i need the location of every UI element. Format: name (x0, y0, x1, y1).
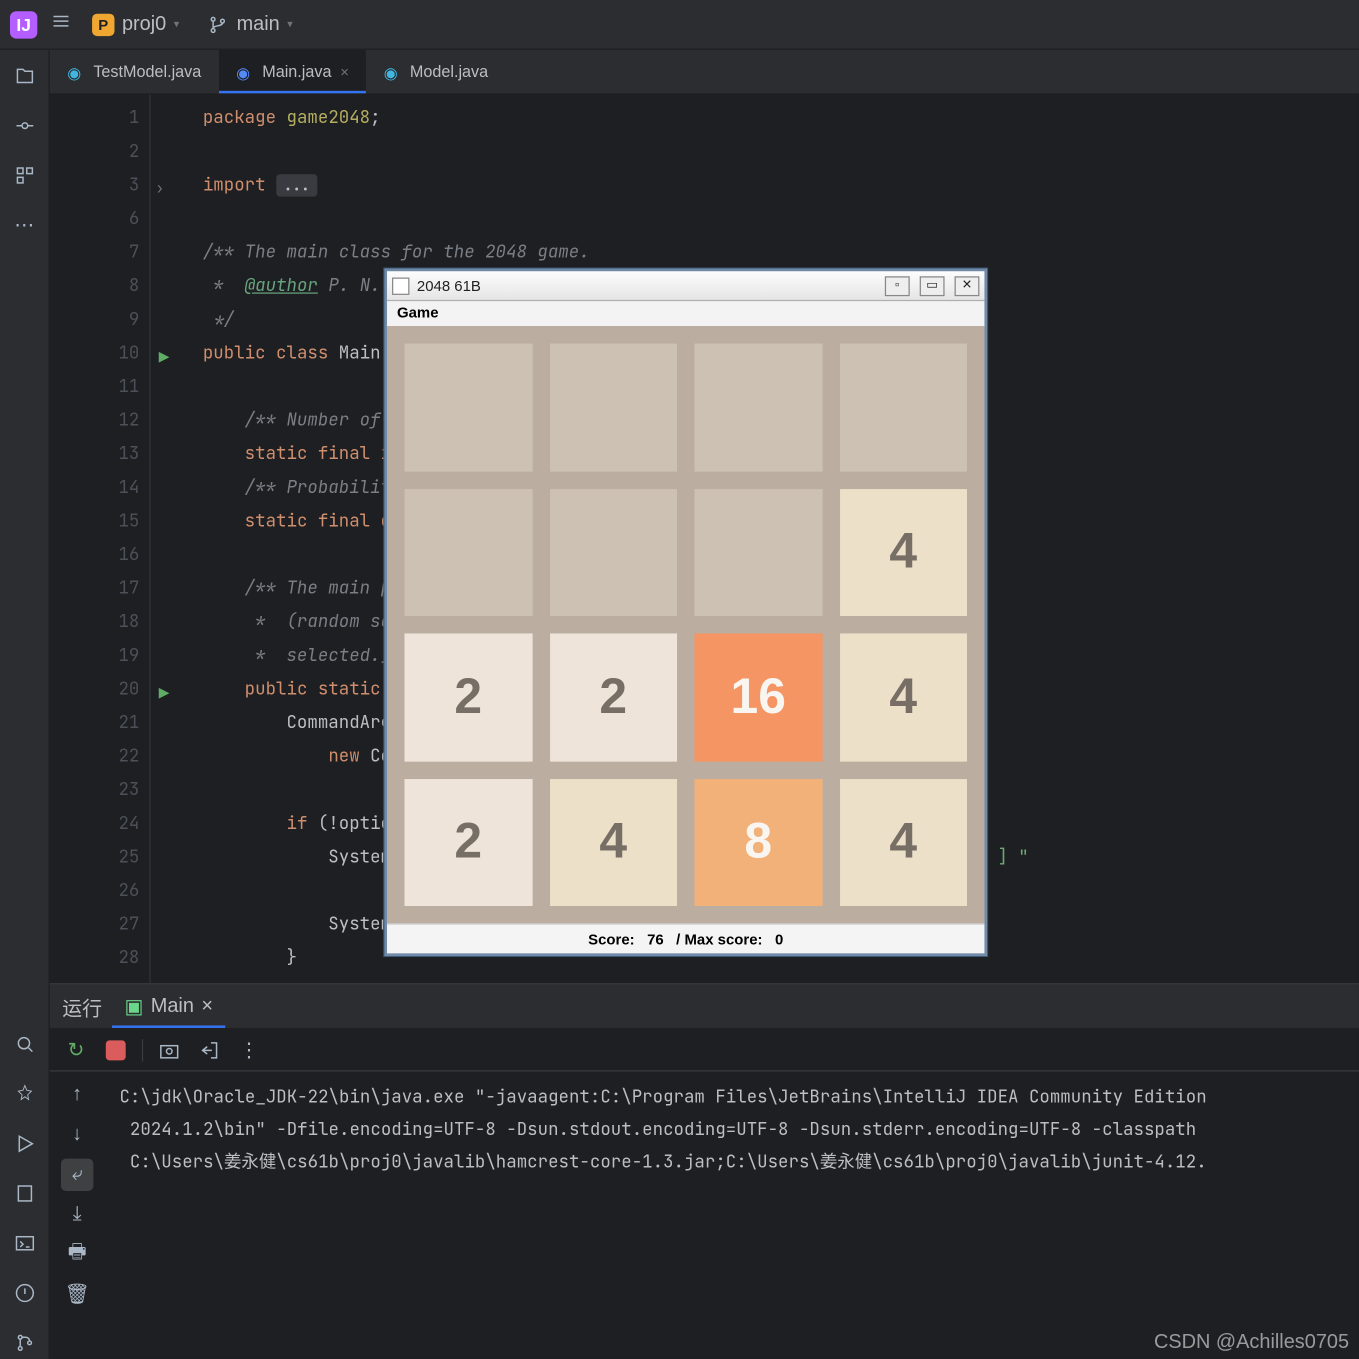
run-gutter-icon[interactable]: ▶ (159, 342, 169, 376)
java-class-icon: ◉ (384, 63, 401, 80)
tile-empty (839, 343, 967, 471)
branch-icon (207, 13, 229, 35)
window-titlebar[interactable]: 2048 61B ▫ ▭ ✕ (387, 271, 984, 301)
menu-bar[interactable]: Game (387, 301, 984, 326)
tile-empty (549, 488, 677, 616)
up-icon[interactable]: ↑ (61, 1079, 93, 1111)
game-window[interactable]: 2048 61B ▫ ▭ ✕ Game 4221642484 Score: 76… (385, 269, 987, 956)
run-config-tab[interactable]: ▣ Main × (112, 984, 225, 1028)
maximize-button[interactable]: ▭ (920, 276, 945, 296)
tile-4: 4 (549, 778, 677, 906)
bookmark-tool-icon[interactable] (8, 1177, 40, 1209)
menu-game[interactable]: Game (397, 304, 439, 321)
commit-tool-icon[interactable] (8, 110, 40, 142)
scroll-end-icon[interactable]: ⤓ (61, 1198, 93, 1230)
run-header: 运行 ▣ Main × (50, 984, 1359, 1029)
fold-icon[interactable]: › (155, 172, 164, 206)
window-title: 2048 61B (417, 277, 481, 294)
tile-4: 4 (839, 778, 967, 906)
tile-empty (404, 343, 532, 471)
main-menu-icon[interactable] (50, 10, 72, 39)
soft-wrap-icon[interactable]: ⤶ (61, 1159, 93, 1191)
project-name: proj0 (122, 13, 166, 35)
editor-tab-model[interactable]: ◉ Model.java (366, 50, 505, 94)
project-badge: P (92, 13, 114, 35)
title-bar: IJ P proj0 ▾ main ▾ (0, 0, 1359, 50)
tile-4: 4 (839, 488, 967, 616)
vcs-tool-icon[interactable] (8, 1327, 40, 1359)
close-button[interactable]: ✕ (955, 276, 980, 296)
editor-tabs: ◉ TestModel.java ◉ Main.java × ◉ Model.j… (50, 50, 1359, 95)
structure-tool-icon[interactable] (8, 159, 40, 191)
project-dropdown[interactable]: P proj0 ▾ (85, 11, 187, 38)
print-icon[interactable]: 🖶 (61, 1238, 93, 1270)
line-gutter: 12 3› 6789 10▶ 11121314 1516 171819 20▶ … (50, 95, 150, 984)
problems-tool-icon[interactable] (8, 1277, 40, 1309)
run-tool-window: 运行 ▣ Main × ↻ ⋮ ↑ ↓ ⤶ ⤓ 🖶 🗑 C:\jdk\Oracl… (50, 983, 1359, 1359)
git-branch-dropdown[interactable]: main ▾ (199, 11, 300, 38)
stop-button[interactable] (102, 1036, 129, 1063)
project-tool-icon[interactable] (8, 60, 40, 92)
score-value: 76 (647, 930, 664, 947)
tile-empty (694, 343, 822, 471)
java-app-icon (392, 277, 409, 294)
trash-icon[interactable]: 🗑 (61, 1278, 93, 1310)
minimize-button[interactable]: ▫ (885, 276, 910, 296)
tab-label: TestModel.java (93, 62, 201, 81)
run-toolbar: ↻ ⋮ (50, 1029, 1359, 1071)
close-icon[interactable]: × (201, 995, 213, 1017)
score-bar: Score: 76 / Max score: 0 (387, 923, 984, 953)
tile-2: 2 (549, 633, 677, 761)
run-tool-icon[interactable] (8, 1128, 40, 1160)
exit-icon[interactable] (195, 1036, 222, 1063)
chevron-down-icon: ▾ (287, 17, 293, 31)
more-icon[interactable]: ⋮ (235, 1036, 262, 1063)
java-class-icon: ◉ (67, 63, 84, 80)
score-label: Score: (588, 930, 634, 947)
camera-icon[interactable] (156, 1036, 183, 1063)
tile-empty (404, 488, 532, 616)
run-tab-icon: ▣ (124, 994, 143, 1019)
tile-4: 4 (839, 633, 967, 761)
run-side-toolbar: ↑ ↓ ⤶ ⤓ 🖶 🗑 (50, 1072, 105, 1359)
run-gutter-icon[interactable]: ▶ (159, 678, 169, 712)
editor-tab-testmodel[interactable]: ◉ TestModel.java (50, 50, 219, 94)
maxscore-value: 0 (775, 930, 783, 947)
down-icon[interactable]: ↓ (61, 1119, 93, 1151)
console-output[interactable]: C:\jdk\Oracle_JDK-22\bin\java.exe "-java… (105, 1072, 1359, 1359)
run-title: 运行 (62, 991, 102, 1021)
more-tool-icon[interactable]: ⋯ (8, 209, 40, 241)
tab-label: Model.java (410, 62, 488, 81)
maxscore-label: / Max score: (676, 930, 762, 947)
branch-name: main (237, 13, 280, 35)
tile-8: 8 (694, 778, 822, 906)
chevron-down-icon: ▾ (174, 17, 180, 31)
tab-label: Main.java (262, 62, 331, 81)
rerun-icon[interactable]: ↻ (62, 1036, 89, 1063)
app-icon: IJ (10, 11, 37, 38)
tile-16: 16 (694, 633, 822, 761)
terminal-tool-icon[interactable] (8, 1227, 40, 1259)
run-tab-label: Main (151, 995, 194, 1017)
watermark: CSDN @Achilles0705 (1154, 1332, 1349, 1354)
editor-tab-main[interactable]: ◉ Main.java × (219, 50, 367, 94)
close-tab-icon[interactable]: × (340, 63, 349, 80)
java-class-icon: ◉ (236, 63, 253, 80)
search-icon[interactable] (8, 1028, 40, 1060)
tool-window-bar-left: ⋯ (0, 50, 50, 1359)
build-tool-icon[interactable] (8, 1078, 40, 1110)
tile-empty (549, 343, 677, 471)
tile-2: 2 (404, 633, 532, 761)
game-board[interactable]: 4221642484 (387, 326, 984, 923)
tile-empty (694, 488, 822, 616)
tile-2: 2 (404, 778, 532, 906)
